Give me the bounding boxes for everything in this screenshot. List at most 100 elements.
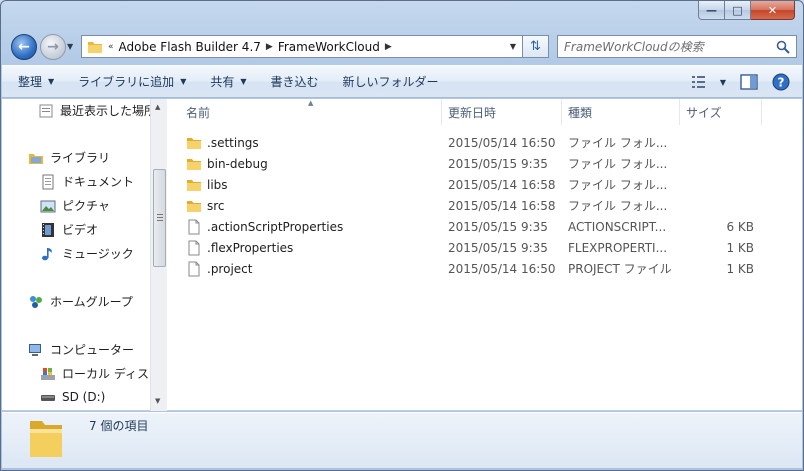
preview-pane-button[interactable] [740,70,758,94]
new-folder-button[interactable]: 新しいフォルダー [335,70,447,94]
nav-item-videos[interactable]: ビデオ [40,221,98,238]
nav-item-documents[interactable]: ドキュメント [40,173,134,190]
folder-icon [30,421,62,457]
folder-icon [187,137,201,149]
nav-scrollbar[interactable]: ▲ ▼ [150,99,167,411]
table-row[interactable]: libs 2015/05/14 16:58 ファイル フォル... [186,174,786,195]
table-row[interactable]: .project 2015/05/14 16:50 PROJECT ファイル 1 KB [186,258,786,279]
file-name-cell: libs [186,177,228,193]
refresh-button[interactable]: ⇅ [523,35,549,58]
nav-label: ビデオ [62,223,99,237]
table-row[interactable]: .settings 2015/05/14 16:50 ファイル フォル... [186,132,786,153]
folder-icon [187,179,201,191]
file-date: 2015/05/15 9:35 [448,240,548,255]
chevron-down-icon: ▼ [48,77,55,86]
address-bar[interactable]: « Adobe Flash Builder 4.7 ▶ FrameWorkClo… [81,35,523,58]
details-view-icon [691,76,705,88]
column-date[interactable]: 更新日時 [442,99,562,125]
pictures-icon [40,200,56,212]
file-name: .actionScriptProperties [207,219,344,234]
change-view-button[interactable]: ▼ [691,70,726,94]
nav-label: SD (D:) [62,390,106,404]
nav-item-local-disk[interactable]: ローカル ディスク [40,365,150,382]
share-label: 共有 [210,75,235,89]
add-to-library-button[interactable]: ライブラリに追加 ▼ [70,70,194,94]
scroll-up-icon[interactable]: ▲ [155,103,160,111]
search-input[interactable] [564,39,764,54]
column-type[interactable]: 種類 [562,99,680,125]
chevron-right-icon[interactable]: ▶ [266,42,273,52]
nav-item-libraries[interactable]: ライブラリ [28,149,110,166]
nav-label: コンピューター [50,343,135,357]
explorer-window: — □ ✕ ← → ▼ « Adobe Flash Builder 4.7 ▶ … [0,0,804,471]
nav-item-recent[interactable]: 最近表示した場所 [38,102,150,119]
file-date: 2015/05/14 16:58 [448,198,556,213]
file-type: PROJECT ファイル [568,262,672,276]
forward-button[interactable]: → [40,34,66,60]
nav-label: ミュージック [62,247,134,261]
details-pane: 7 個の項目 [2,412,802,468]
organize-button[interactable]: 整理 ▼ [10,70,62,94]
root-crumb-icon[interactable]: « [108,42,114,52]
table-row[interactable]: .actionScriptProperties 2015/05/15 9:35 AC… [186,216,786,237]
music-icon [42,247,52,260]
file-size: 1 KB [726,240,754,255]
file-type: FLEXPROPERTI... [568,240,668,255]
nav-item-sd[interactable]: SD (D:) [40,389,105,405]
column-name[interactable]: 名前 [180,99,442,125]
file-name: .settings [207,135,259,150]
file-name: libs [207,177,228,192]
scroll-thumb[interactable] [153,169,166,267]
library-icon [29,153,43,164]
table-row[interactable]: src 2015/05/14 16:58 ファイル フォル... [186,195,786,216]
recent-pages-dropdown[interactable]: ▼ [67,42,73,51]
arrow-left-icon: ← [18,39,30,55]
burn-button[interactable]: 書き込む [263,70,327,94]
file-name-cell: .flexProperties [186,240,293,256]
file-icon [188,261,200,276]
file-name-cell: bin-debug [186,156,268,172]
file-name-cell: .actionScriptProperties [186,219,343,235]
column-header: ▲ 名前 更新日時 種類 サイズ [168,99,802,125]
item-count: 7 個の項目 [89,419,149,433]
breadcrumb-frameworkcloud[interactable]: FrameWorkCloud [278,40,380,54]
file-date: 2015/05/15 9:35 [448,156,548,171]
minimize-button[interactable]: — [698,1,725,20]
nav-label: ライブラリ [50,151,111,165]
file-icon [188,219,200,234]
help-button[interactable]: ? [772,70,790,94]
maximize-button[interactable]: □ [725,1,751,20]
file-type: ファイル フォル... [568,136,668,150]
column-size[interactable]: サイズ [680,99,762,125]
close-button[interactable]: ✕ [751,1,795,20]
svg-text:?: ? [778,76,785,90]
new-folder-label: 新しいフォルダー [342,75,439,89]
table-row[interactable]: bin-debug 2015/05/15 9:35 ファイル フォル... [186,153,786,174]
nav-label: ローカル ディスク [62,367,150,381]
nav-item-homegroup[interactable]: ホームグループ [28,293,133,310]
search-icon[interactable] [776,40,790,54]
file-date: 2015/05/15 9:35 [448,219,548,234]
table-row[interactable]: .flexProperties 2015/05/15 9:35 FLEXPROPER… [186,237,786,258]
nav-item-computer[interactable]: コンピューター [28,341,134,358]
chevron-right-icon[interactable]: ▶ [385,42,392,52]
scroll-down-icon[interactable]: ▼ [155,397,160,405]
breadcrumb-adobe-flash-builder[interactable]: Adobe Flash Builder 4.7 [119,40,261,54]
file-date: 2015/05/14 16:50 [448,261,556,276]
nav-item-pictures[interactable]: ピクチャ [40,197,110,214]
folder-icon [187,200,201,212]
file-type: ACTIONSCRIPT... [568,219,667,234]
file-size: 1 KB [726,261,754,276]
back-button[interactable]: ← [11,34,37,60]
video-icon [42,222,54,237]
file-type: ファイル フォル... [568,199,668,213]
nav-item-music[interactable]: ミュージック [40,245,134,262]
folder-icon [187,158,201,170]
navigation-pane: 最近表示した場所 ライブラリ ドキュメント ピクチャ ビデオ ミュージック ホー… [2,99,150,411]
nav-label: ドキュメント [62,175,135,189]
arrow-right-icon: → [47,39,59,55]
file-icon [188,240,200,255]
file-name: .project [207,261,253,276]
address-history-dropdown[interactable]: ▼ [504,36,522,57]
share-button[interactable]: 共有 ▼ [202,70,254,94]
